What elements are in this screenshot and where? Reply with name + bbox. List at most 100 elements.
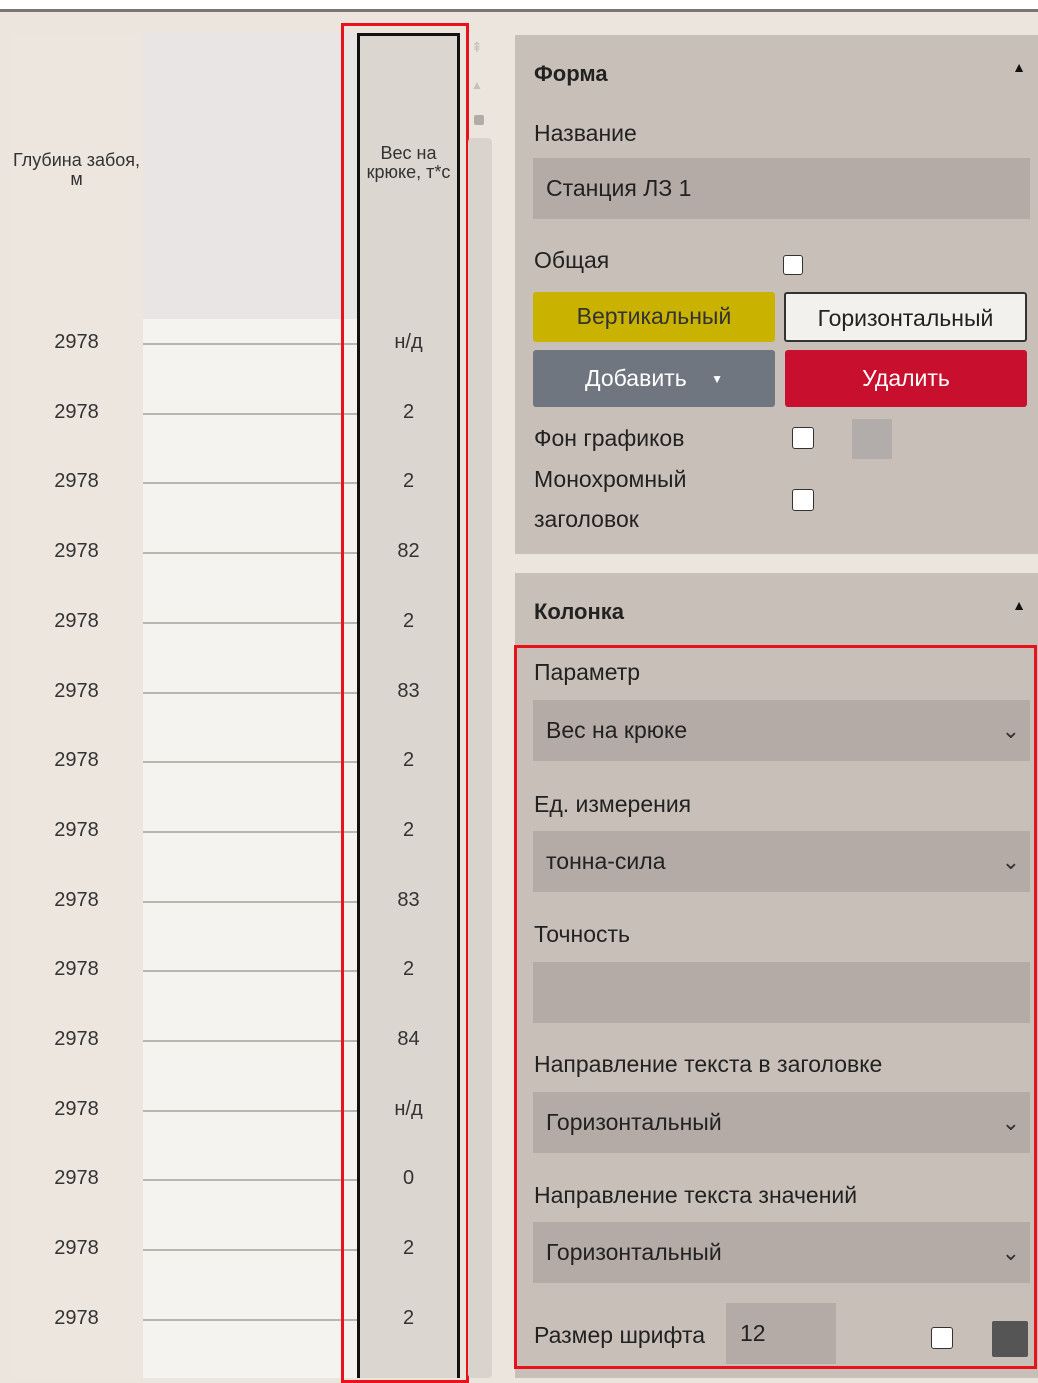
depth-value: 2978: [54, 958, 99, 981]
depth-tick-line: [143, 970, 358, 973]
depth-value: 2978: [54, 540, 99, 563]
depth-tick-line: [143, 482, 358, 485]
hook-weight-value: 2: [402, 958, 415, 981]
name-input[interactable]: Станция ЛЗ 1: [533, 158, 1030, 219]
depth-tick-line: [143, 830, 358, 833]
chevron-down-icon: ⌄: [1001, 718, 1020, 743]
delete-button[interactable]: Удалить: [785, 350, 1027, 407]
collapse-column-icon[interactable]: ▲: [1012, 597, 1026, 613]
hook-weight-value: 83: [397, 679, 420, 702]
header-text-direction-value: Горизонтальный: [546, 1109, 722, 1135]
name-label: Название: [534, 120, 637, 146]
monochrome-header-checkbox[interactable]: [792, 489, 814, 511]
depth-tick-line: [143, 691, 358, 694]
values-text-direction-select[interactable]: Горизонтальный ⌄: [533, 1222, 1030, 1283]
font-size-input[interactable]: 12: [726, 1303, 836, 1364]
track-scrollbar[interactable]: ⇞ ▲: [465, 35, 495, 1378]
chevron-down-icon: ⌄: [1001, 1110, 1020, 1135]
form-panel: Форма ▲ Название Станция ЛЗ 1 Общая Верт…: [515, 35, 1038, 554]
hook-weight-value: н/д: [394, 331, 423, 353]
hook-weight-value: 2: [402, 818, 415, 841]
hook-weight-value: 83: [397, 888, 420, 911]
hook-weight-value: 2: [402, 400, 415, 423]
values-text-direction-value: Горизонтальный: [546, 1239, 722, 1265]
depth-value: 2978: [54, 1306, 99, 1329]
scrollbar-track[interactable]: [468, 138, 492, 1378]
name-input-value: Станция ЛЗ 1: [546, 175, 692, 201]
parameter-label: Параметр: [534, 659, 641, 685]
depth-value: 2978: [54, 1097, 99, 1120]
column-panel: Колонка ▲ Параметр Вес на крюке ⌄ Ед. из…: [515, 573, 1038, 1378]
plot-column: [143, 33, 358, 1378]
depth-value: 2978: [54, 470, 99, 493]
font-bold-checkbox[interactable]: [931, 1327, 953, 1349]
header-text-direction-select[interactable]: Горизонтальный ⌄: [533, 1092, 1030, 1153]
top-bar: [0, 0, 1038, 12]
hook-weight-value: 2: [402, 749, 415, 772]
add-button[interactable]: Добавить ▼: [533, 350, 775, 407]
parameter-select[interactable]: Вес на крюке ⌄: [533, 700, 1030, 761]
chart-background-checkbox[interactable]: [792, 427, 814, 449]
plot-column-header: [143, 33, 358, 319]
hook-weight-value: 2: [402, 470, 415, 493]
depth-value: 2978: [54, 331, 99, 353]
font-size-label: Размер шрифта: [534, 1322, 706, 1348]
parameter-select-value: Вес на крюке: [546, 717, 688, 743]
chevron-down-icon: ⌄: [1001, 1240, 1020, 1265]
precision-label: Точность: [534, 921, 631, 947]
hook-weight-column[interactable]: Вес на крюке, т*с н/д 2 2 82 2 83 2 2 83 2 84 н/д 0 2…: [357, 33, 460, 1378]
scroll-handle[interactable]: [474, 115, 484, 125]
horizontal-button[interactable]: Горизонтальный: [784, 292, 1027, 342]
depth-value: 2978: [54, 749, 99, 772]
depth-value: 2978: [54, 1237, 99, 1260]
unit-select[interactable]: тонна-сила ⌄: [533, 831, 1030, 892]
depth-value: 2978: [54, 400, 99, 423]
depth-tick-line: [143, 1179, 358, 1182]
chevron-down-icon: ⌄: [1001, 849, 1020, 874]
hook-weight-value: 2: [402, 609, 415, 632]
scroll-top-icon[interactable]: ⇞: [471, 40, 483, 54]
form-section-title: Форма: [534, 61, 608, 86]
chart-background-label: Фон графиков: [534, 425, 685, 451]
scroll-up-icon[interactable]: ▲: [471, 79, 483, 91]
hook-weight-value: н/д: [394, 1097, 423, 1120]
depth-tick-line: [143, 1040, 358, 1042]
depth-tick-line: [143, 761, 358, 764]
unit-select-value: тонна-сила: [546, 848, 666, 874]
hook-weight-value: 0: [402, 1167, 415, 1190]
values-text-direction-label: Направление текста значений: [534, 1182, 858, 1208]
depth-tick-line: [143, 1249, 358, 1252]
column-section-title: Колонка: [534, 599, 624, 624]
monochrome-label-line2: заголовок: [534, 506, 639, 532]
depth-column-header: Глубина забоя, м: [12, 150, 141, 189]
depth-tick-line: [143, 552, 358, 555]
depth-tick-line: [143, 900, 358, 903]
shared-checkbox[interactable]: [783, 255, 803, 275]
depth-tick-line: [143, 621, 358, 624]
hook-weight-value: 2: [402, 1306, 415, 1329]
depth-column: Глубина забоя, м 2978 2978 2978 2978 2978 297…: [10, 33, 143, 1378]
font-size-value: 12: [740, 1320, 766, 1346]
collapse-form-icon[interactable]: ▲: [1012, 59, 1026, 75]
hook-weight-column-header: Вес на крюке, т*с: [366, 143, 451, 182]
chart-background-color-swatch[interactable]: [852, 419, 892, 459]
precision-input[interactable]: [533, 962, 1030, 1023]
depth-value: 2978: [54, 888, 99, 911]
depth-value: 2978: [54, 609, 99, 632]
depth-value: 2978: [54, 1028, 99, 1050]
add-button-label: Добавить: [585, 365, 687, 391]
depth-tick-line: [143, 343, 358, 345]
header-text-direction-label: Направление текста в заголовке: [534, 1051, 883, 1077]
hook-weight-value: 84: [397, 1028, 420, 1050]
hook-weight-value: 2: [402, 1237, 415, 1260]
unit-label: Ед. измерения: [534, 791, 692, 817]
vertical-button[interactable]: Вертикальный: [533, 292, 775, 342]
depth-tick-line: [143, 1318, 358, 1321]
depth-tick-line: [143, 1109, 358, 1112]
depth-value: 2978: [54, 818, 99, 841]
hook-weight-value: 82: [397, 540, 420, 563]
font-color-swatch[interactable]: [992, 1321, 1028, 1357]
caret-down-icon: ▼: [711, 372, 723, 387]
depth-value: 2978: [54, 679, 99, 702]
depth-value: 2978: [54, 1167, 99, 1190]
